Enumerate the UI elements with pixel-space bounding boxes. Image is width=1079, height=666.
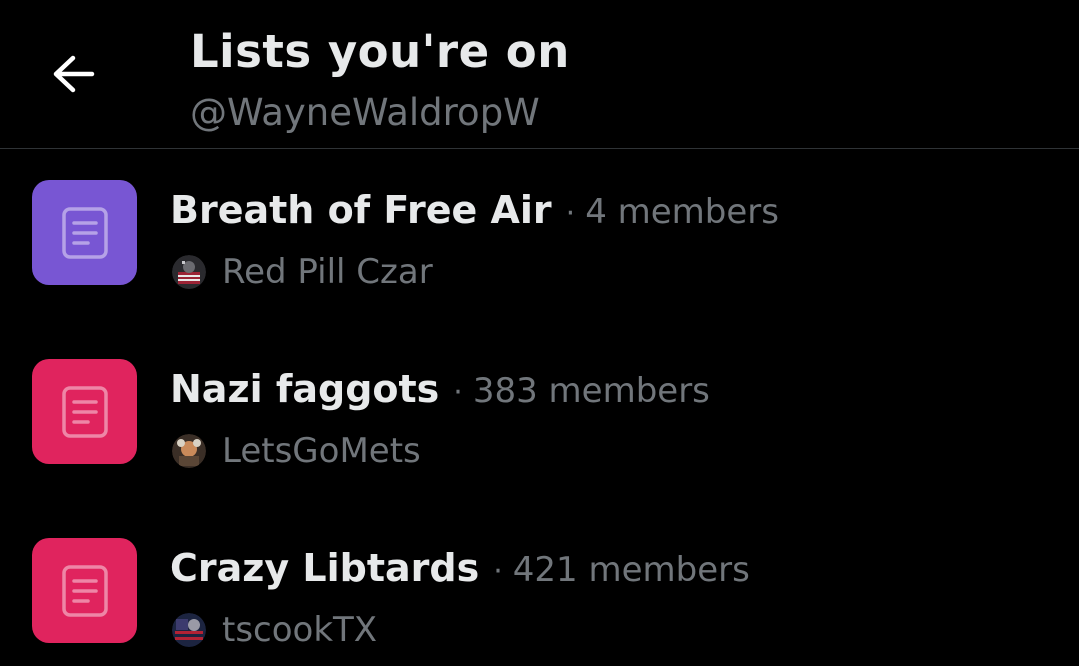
- list-icon: [32, 359, 137, 464]
- avatar: [172, 434, 206, 468]
- list-name: Breath of Free Air: [170, 188, 552, 232]
- separator-dot: ·: [565, 196, 576, 231]
- list-name-row: Crazy Libtards · 421 members: [170, 546, 750, 590]
- member-count: 421 members: [512, 550, 750, 590]
- separator-dot: ·: [493, 554, 503, 589]
- owner-row: LetsGoMets: [172, 431, 421, 471]
- arrow-left-icon: [53, 55, 95, 93]
- list-item[interactable]: Breath of Free Air · 4 members Red Pill …: [0, 150, 1079, 328]
- list-name: Crazy Libtards: [170, 546, 480, 590]
- owner-row: Red Pill Czar: [172, 252, 433, 292]
- page-title: Lists you're on: [190, 25, 570, 78]
- list-name: Nazi faggots: [170, 367, 440, 411]
- back-button[interactable]: [40, 44, 106, 104]
- owner-row: tscookTX: [172, 610, 377, 650]
- page-subtitle: @WayneWaldropW: [190, 91, 540, 134]
- list-item[interactable]: Crazy Libtards · 421 members tscookTX: [0, 508, 1079, 666]
- list-name-row: Nazi faggots · 383 members: [170, 367, 710, 411]
- list-owner: Red Pill Czar: [222, 252, 433, 292]
- separator-dot: ·: [453, 375, 463, 410]
- avatar: [172, 255, 206, 289]
- header: Lists you're on @WayneWaldropW: [0, 0, 1079, 149]
- document-icon: [61, 564, 108, 617]
- member-count: 4 members: [585, 192, 779, 232]
- document-icon: [61, 385, 108, 438]
- list-name-row: Breath of Free Air · 4 members: [170, 188, 779, 232]
- list-item[interactable]: Nazi faggots · 383 members LetsGoMets: [0, 329, 1079, 507]
- document-icon: [61, 206, 108, 259]
- list-icon: [32, 180, 137, 285]
- list-icon: [32, 538, 137, 643]
- lists-page: Lists you're on @WayneWaldropW Breath of…: [0, 0, 1079, 666]
- member-count: 383 members: [472, 371, 710, 411]
- list-owner: tscookTX: [222, 610, 378, 650]
- list-owner: LetsGoMets: [222, 431, 421, 471]
- avatar: [172, 613, 206, 647]
